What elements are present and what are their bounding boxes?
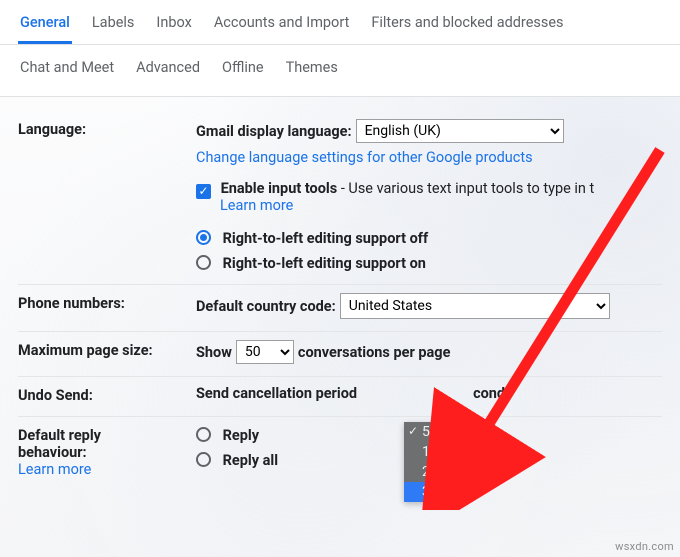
tab-advanced[interactable]: Advanced [134,53,202,86]
default-country-code-select[interactable]: United States [340,293,610,319]
change-language-link[interactable]: Change language settings for other Googl… [196,149,662,166]
label-default-reply: Default reply behaviour: Learn more [18,425,196,478]
row-language: Language: Gmail display language: Englis… [18,111,662,285]
reply-radio[interactable] [196,427,211,442]
enable-input-tools-label-rest: - Use various text input tools to type i… [337,180,594,197]
pagesize-select[interactable]: 50 [236,340,294,364]
tab-themes[interactable]: Themes [284,53,340,86]
label-undo-send: Undo Send: [18,385,196,404]
reply-all-radio[interactable] [196,452,211,467]
undo-send-option-30[interactable]: 30 [404,482,462,502]
pagesize-show: Show [196,344,232,361]
tab-chat-meet[interactable]: Chat and Meet [18,53,116,86]
rtl-off-label: Right-to-left editing support off [223,230,429,247]
tab-general[interactable]: General [18,8,72,44]
settings-content: Language: Gmail display language: Englis… [0,97,680,498]
reply-all-label: Reply all [223,452,278,469]
row-max-page-size: Maximum page size: Show 50 conversations… [18,332,662,377]
row-default-reply: Default reply behaviour: Learn more Repl… [18,417,662,490]
undo-send-option-5[interactable]: 5 [404,422,462,442]
enable-input-tools-checkbox[interactable]: ✓ [196,184,211,199]
watermark-text: wsxdn.com [615,540,674,553]
default-country-code-label: Default country code: [196,298,336,315]
settings-tabs-row-1: General Labels Inbox Accounts and Import… [0,0,680,45]
rtl-on-radio[interactable] [196,255,211,270]
rtl-off-radio[interactable] [196,230,211,245]
cancellation-period-text-a: Send cancellation period [196,385,357,402]
reply-learn-more-link[interactable]: Learn more [18,461,196,478]
undo-send-option-10[interactable]: 10 [404,442,462,462]
label-language: Language: [18,119,196,138]
rtl-on-label: Right-to-left editing support on [223,255,426,272]
label-max-page-size: Maximum page size: [18,340,196,359]
label-phone-numbers: Phone numbers: [18,293,196,312]
input-tools-learn-more-link[interactable]: Learn more [220,197,662,214]
tab-labels[interactable]: Labels [90,8,137,44]
reply-label: Reply [223,427,259,444]
row-phone-numbers: Phone numbers: Default country code: Uni… [18,285,662,332]
display-language-select[interactable]: English (UK) [356,119,564,143]
settings-tabs-row-2: Chat and Meet Advanced Offline Themes [0,45,680,97]
pagesize-suffix: conversations per page [298,344,451,361]
undo-send-option-20[interactable]: 20 [404,462,462,482]
tab-accounts-import[interactable]: Accounts and Import [212,8,351,44]
display-language-label: Gmail display language: [196,123,352,140]
cancellation-period-text-b: conds [473,385,512,402]
row-undo-send: Undo Send: Send cancellation period cond… [18,377,662,417]
tab-offline[interactable]: Offline [220,53,266,86]
undo-send-period-dropdown[interactable]: 5 10 20 30 [404,422,462,502]
tab-inbox[interactable]: Inbox [154,8,193,44]
tab-filters-blocked[interactable]: Filters and blocked addresses [369,8,565,44]
enable-input-tools-label-bold: Enable input tools [221,180,338,197]
